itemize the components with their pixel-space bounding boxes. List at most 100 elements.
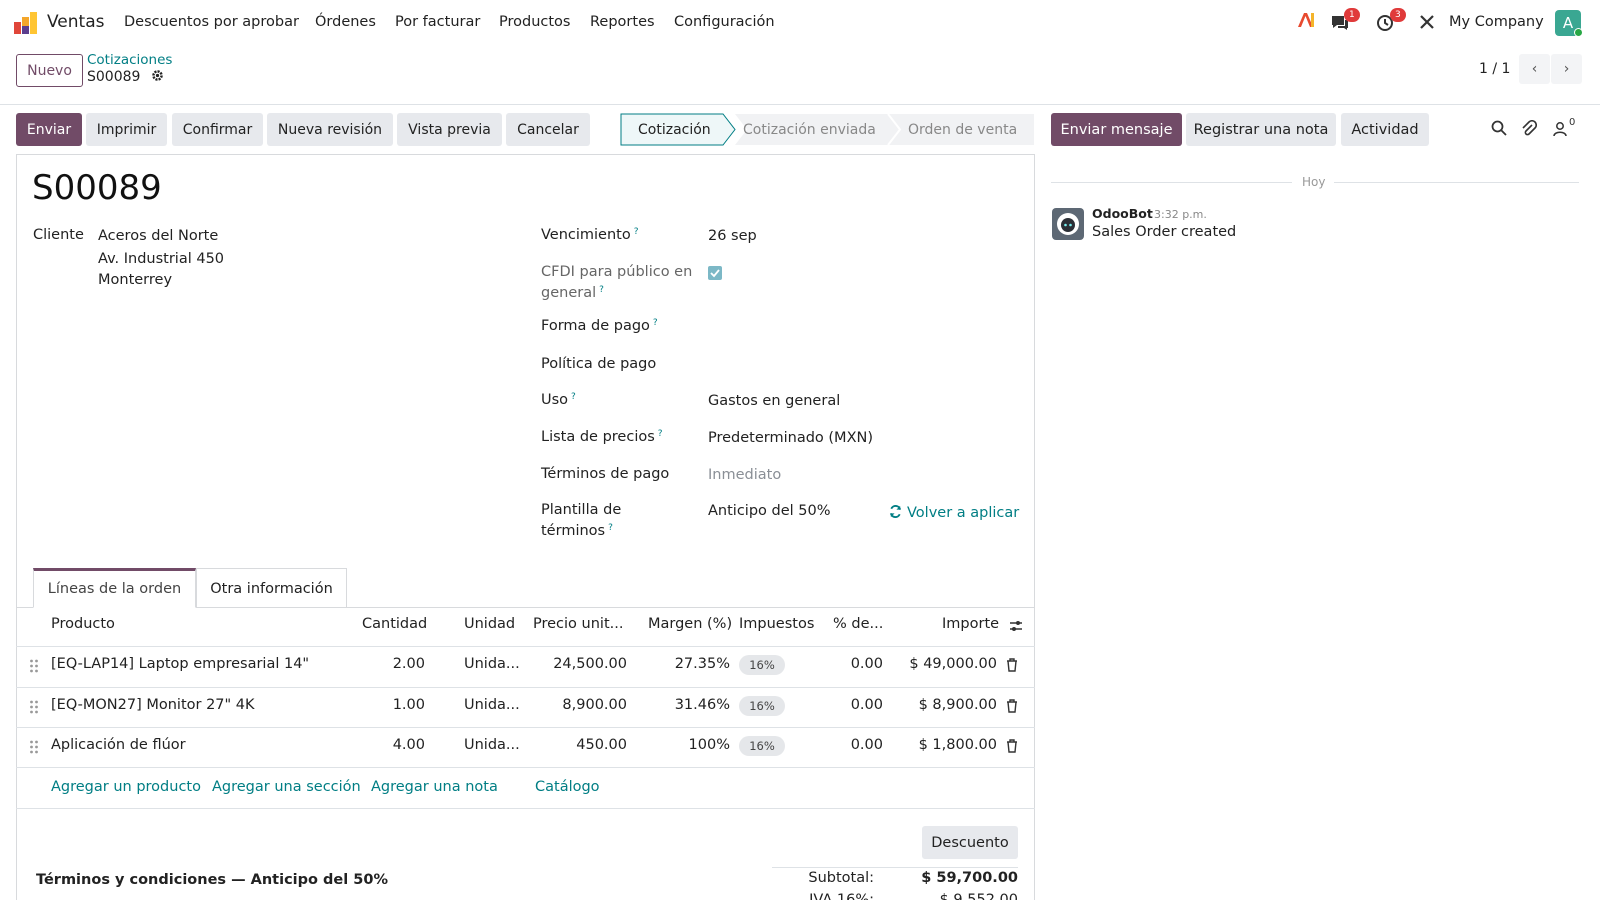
message-author[interactable]: OdooBot [1092,206,1153,221]
reapply-link[interactable]: Volver a aplicar [889,504,1019,521]
cancel-button[interactable]: Cancelar [506,113,590,146]
row-discount[interactable]: 0.00 [800,656,883,672]
col-product[interactable]: Producto [51,616,115,632]
payment-policy-label: Política de pago [541,356,657,372]
paperclip-icon[interactable] [1521,120,1537,137]
followers-button[interactable]: 0 [1553,117,1583,139]
company-switcher[interactable]: My Company [1449,14,1544,30]
row-amount: $ 8,900.00 [918,697,997,713]
tax-badge[interactable]: 16% [739,736,785,756]
menu-descuentos[interactable]: Descuentos por aprobar [124,14,299,30]
sales-app-icon[interactable] [14,12,38,34]
tab-order-lines[interactable]: Líneas de la orden [33,568,196,608]
new-revision-button[interactable]: Nueva revisión [267,113,393,146]
row-product[interactable]: Aplicación de flúor [51,737,186,753]
print-button[interactable]: Imprimir [86,113,167,146]
online-status-icon [1574,28,1583,37]
expiration-field[interactable]: 26 sep [708,228,757,244]
status-cotizacion[interactable]: Cotización [638,113,711,146]
discount-button[interactable]: Descuento [922,826,1018,859]
add-note-link[interactable]: Agregar una nota [371,779,498,795]
row-qty[interactable]: 2.00 [345,656,425,672]
row-price[interactable]: 24,500.00 [520,656,627,672]
col-margin[interactable]: Margen (%) [648,616,732,632]
tax-badge[interactable]: 16% [739,655,785,675]
pager-next-button[interactable]: › [1551,54,1582,84]
template-field[interactable]: Anticipo del 50% [708,503,831,519]
gear-icon[interactable] [151,69,164,82]
send-message-button[interactable]: Enviar mensaje [1051,113,1182,146]
help-icon: ? [571,392,576,402]
row-price[interactable]: 8,900.00 [520,697,627,713]
add-section-link[interactable]: Agregar una sección [212,779,361,795]
ai-icon[interactable] [1296,10,1318,32]
usage-label: Uso? [541,392,576,408]
row-unit[interactable]: Unida... [464,697,520,713]
trash-icon[interactable] [1006,699,1018,713]
pricelist-label: Lista de precios? [541,429,663,445]
col-amount[interactable]: Importe [942,616,999,632]
row-unit[interactable]: Unida... [464,737,520,753]
col-qty[interactable]: Cantidad [362,616,427,632]
menu-configuracion[interactable]: Configuración [674,14,775,30]
add-product-link[interactable]: Agregar un producto [51,779,201,795]
col-price[interactable]: Precio unit... [533,616,623,632]
tab-other-info[interactable]: Otra información [196,568,347,608]
row-product[interactable]: [EQ-MON27] Monitor 27" 4K [51,697,255,713]
new-button[interactable]: Nuevo [16,54,83,87]
row-discount[interactable]: 0.00 [800,697,883,713]
pricelist-field[interactable]: Predeterminado (MXN) [708,430,873,446]
tax-badge[interactable]: 16% [739,696,785,716]
breadcrumb-cotizaciones[interactable]: Cotizaciones [87,52,172,68]
customer-label: Cliente [33,227,84,243]
log-note-button[interactable]: Registrar una nota [1186,113,1336,146]
tax-label: IVA 16%: [809,892,874,900]
search-icon[interactable] [1491,120,1507,136]
payment-method-label: Forma de pago? [541,318,658,334]
payment-terms-field[interactable]: Inmediato [708,467,781,483]
debug-tools-icon[interactable] [1419,14,1437,32]
top-navbar: Ventas Descuentos por aprobar Órdenes Po… [0,0,1600,44]
confirm-button[interactable]: Confirmar [172,113,263,146]
status-orden-venta[interactable]: Orden de venta [908,113,1017,146]
customer-name[interactable]: Aceros del Norte [98,228,218,244]
trash-icon[interactable] [1006,739,1018,753]
totals-divider [772,867,1018,868]
messages-icon[interactable]: 1 [1330,8,1360,34]
trash-icon[interactable] [1006,658,1018,672]
row-discount[interactable]: 0.00 [800,737,883,753]
check-icon [710,269,720,278]
app-name[interactable]: Ventas [47,12,104,32]
col-unit[interactable]: Unidad [464,616,515,632]
followers-count: 0 [1569,117,1576,128]
menu-reportes[interactable]: Reportes [590,14,655,30]
drag-handle-icon[interactable] [29,659,39,673]
col-taxes[interactable]: Impuestos [739,616,814,632]
column-settings-icon[interactable] [1009,619,1023,633]
activity-button[interactable]: Actividad [1341,113,1429,146]
pager-value[interactable]: 1 / 1 [1479,61,1510,77]
usage-field[interactable]: Gastos en general [708,393,840,409]
col-discount[interactable]: % de... [833,616,883,632]
menu-productos[interactable]: Productos [499,14,570,30]
menu-ordenes[interactable]: Órdenes [315,14,376,30]
row-qty[interactable]: 4.00 [345,737,425,753]
menu-por-facturar[interactable]: Por facturar [395,14,480,30]
drag-handle-icon[interactable] [29,700,39,714]
date-separator: Hoy [1302,175,1326,189]
odoobot-avatar[interactable] [1052,208,1084,240]
drag-handle-icon[interactable] [29,740,39,754]
catalog-link[interactable]: Catálogo [535,779,600,795]
cfdi-checkbox[interactable] [708,266,722,280]
row-product[interactable]: [EQ-LAP14] Laptop empresarial 14" [51,656,309,672]
row-qty[interactable]: 1.00 [345,697,425,713]
row-price[interactable]: 450.00 [520,737,627,753]
status-cotizacion-enviada[interactable]: Cotización enviada [743,113,876,146]
send-button[interactable]: Enviar [16,113,82,146]
pager-previous-button[interactable]: ‹ [1519,54,1550,84]
message-time: 3:32 p.m. [1154,208,1207,221]
row-unit[interactable]: Unida... [464,656,520,672]
preview-button[interactable]: Vista previa [397,113,502,146]
activities-icon[interactable]: 3 [1376,8,1406,34]
chevron-left-icon: ‹ [1531,61,1538,77]
